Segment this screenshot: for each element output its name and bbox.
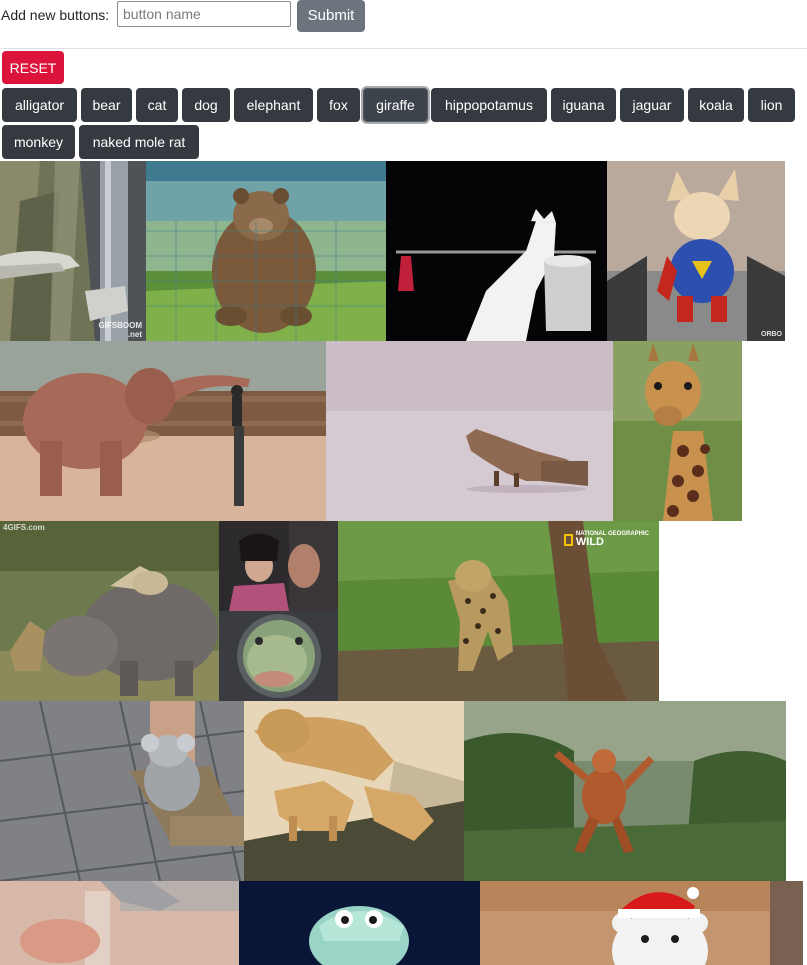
animal-button-jaguar[interactable]: jaguar [620, 88, 684, 122]
monkey-gif [464, 701, 786, 881]
alligator-watermark: GIFSBOOM .net [98, 321, 142, 339]
animal-button-fox[interactable]: fox [317, 88, 360, 122]
cartoon-gator-gif [239, 881, 480, 965]
natgeo-wild-logo: NATIONAL GEOGRAPHIC WILD [563, 531, 649, 548]
animal-button-lion[interactable]: lion [748, 88, 795, 122]
iguana-gif-top [219, 521, 338, 611]
bear-gif [146, 161, 386, 341]
giraffe-gif [613, 341, 742, 521]
dog-watermark: ORBO [761, 331, 782, 338]
animal-button-alligator[interactable]: alligator [2, 88, 77, 122]
polar-bear-gif [480, 881, 803, 965]
reset-button[interactable]: RESET [2, 51, 64, 84]
divider [0, 48, 807, 49]
animal-button-hippopotamus[interactable]: hippopotamus [431, 88, 547, 122]
hippo-watermark: 4GIFS.com [3, 523, 45, 532]
button-name-input[interactable] [117, 1, 291, 27]
animal-button-giraffe[interactable]: giraffe [363, 88, 428, 122]
iguana-gif-bottom [219, 611, 338, 701]
dog-gif: ORBO [607, 161, 785, 341]
fox-gif [326, 341, 613, 521]
cat-gif [386, 161, 607, 341]
animal-button-dog[interactable]: dog [182, 88, 230, 122]
animal-button-naked-mole-rat[interactable]: naked mole rat [79, 125, 199, 159]
lion-gif [244, 701, 464, 881]
animal-button-cat[interactable]: cat [136, 88, 178, 122]
animal-button-monkey[interactable]: monkey [2, 125, 75, 159]
animal-button-bear[interactable]: bear [81, 88, 132, 122]
elephant-gif [0, 341, 326, 521]
koala-gif [0, 701, 244, 881]
add-buttons-label: Add new buttons: [1, 7, 110, 23]
submit-button[interactable]: Submit [297, 0, 365, 32]
naked-mole-rat-gif [0, 881, 239, 965]
animal-button-iguana[interactable]: iguana [551, 88, 616, 122]
add-button-form: Add new buttons: Submit [0, 0, 807, 48]
alligator-gif: GIFSBOOM .net [0, 161, 146, 341]
jaguar-gif: NATIONAL GEOGRAPHIC WILD [338, 521, 659, 701]
animal-button-elephant[interactable]: elephant [234, 88, 313, 122]
animal-button-koala[interactable]: koala [688, 88, 744, 122]
hippopotamus-gif: 4GIFS.com [0, 521, 219, 701]
